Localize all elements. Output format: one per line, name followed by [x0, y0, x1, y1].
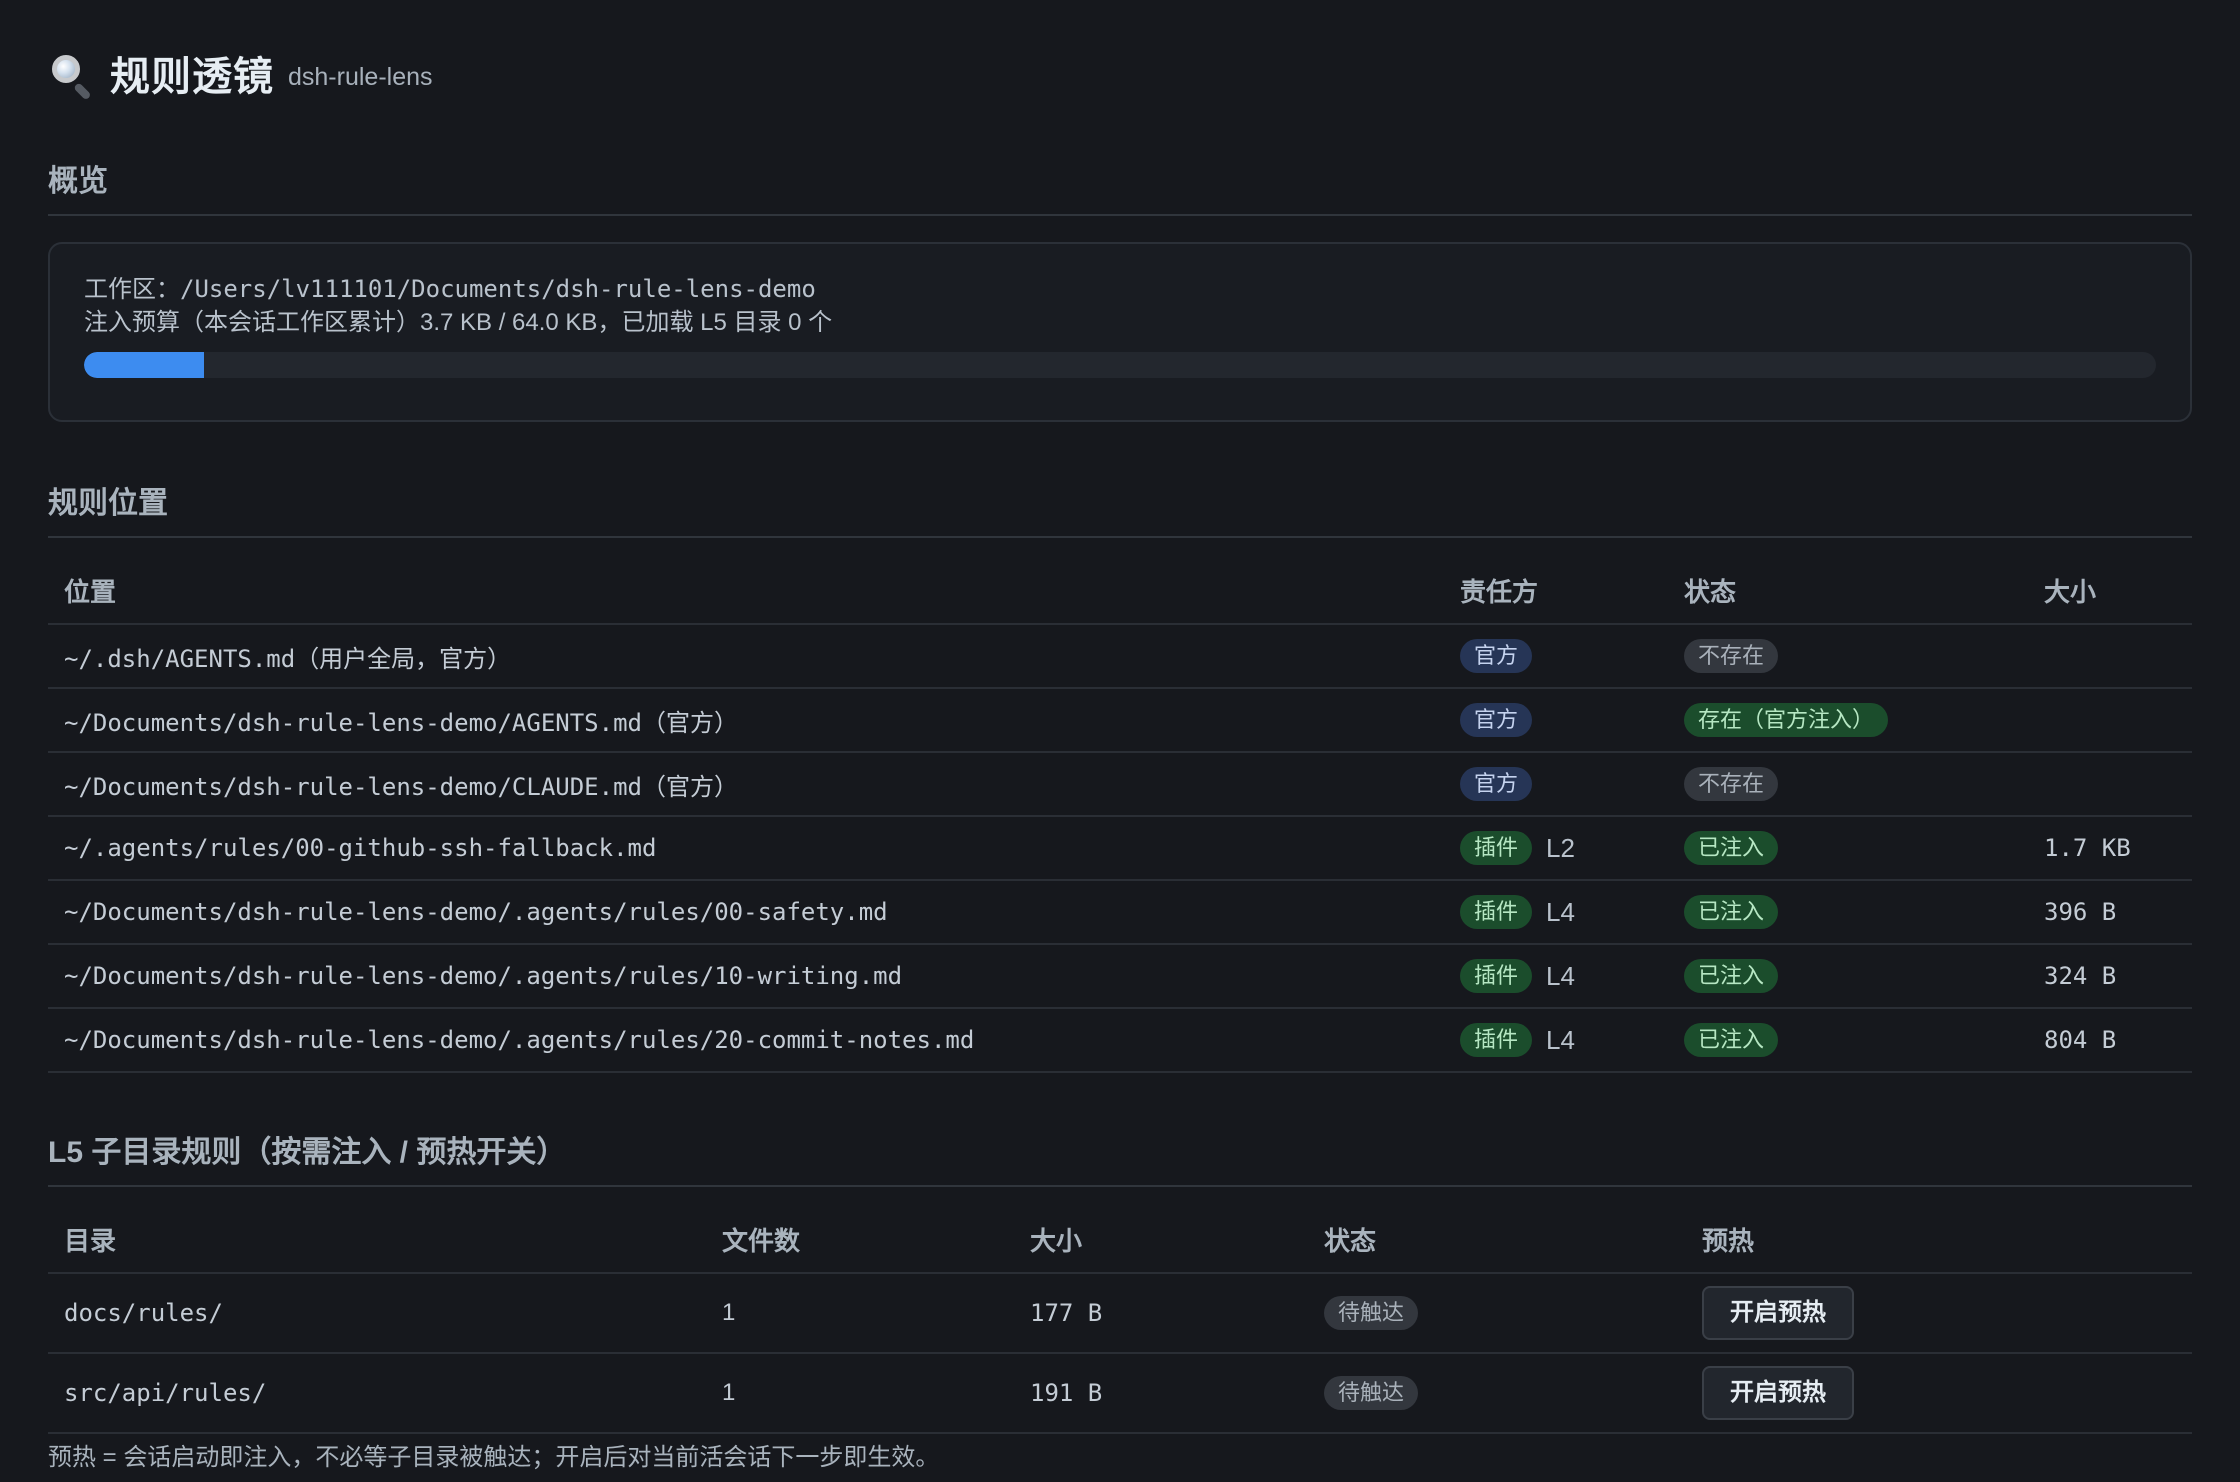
table-row: docs/rules/1 177 B 待触达 开启预热 — [48, 1273, 2192, 1354]
prewarm-footnote: 预热 = 会话启动即注入，不必等子目录被触达；开启后对当前活会话下一步即生效。 — [48, 1444, 940, 1471]
l5-size: 177 B — [1014, 1273, 1308, 1354]
l5-action-cell: 开启预热 — [1686, 1273, 2192, 1354]
rule-level: L4 — [1546, 960, 1575, 991]
status-badge: 待触达 — [1324, 1376, 1419, 1410]
table-row: src/api/rules/1 191 B 待触达 开启预热 — [48, 1353, 2192, 1434]
rule-size — [2028, 688, 2192, 753]
owner-badge: 插件 — [1460, 1023, 1533, 1057]
enable-prewarm-button[interactable]: 开启预热 — [1702, 1286, 1854, 1340]
owner-badge: 插件 — [1460, 959, 1533, 993]
rule-path: ~/Documents/dsh-rule-lens-demo/.agents/r… — [48, 944, 1444, 1009]
rule-status-cell: 已注入 — [1668, 944, 2028, 1009]
rule-owner-cell: 插件 L2 — [1444, 816, 1668, 881]
overview-section: 概览 工作区：/Users/lv111101/Documents/dsh-rul… — [48, 156, 2192, 422]
l5-header-row: 目录 文件数 大小 状态 预热 — [48, 1187, 2192, 1274]
status-badge: 已注入 — [1684, 1023, 1779, 1057]
budget-progress-fill — [84, 352, 204, 378]
page: 规则透镜 dsh-rule-lens 概览 工作区：/Users/lv11110… — [0, 0, 2240, 1476]
col-location: 位置 — [48, 538, 1444, 625]
l5-directory: src/api/rules/ — [48, 1353, 706, 1434]
table-row: ~/Documents/dsh-rule-lens-demo/CLAUDE.md… — [48, 752, 2192, 817]
l5-file-count: 1 — [706, 1353, 1014, 1434]
table-row: ~/Documents/dsh-rule-lens-demo/.agents/r… — [48, 880, 2192, 945]
rule-level: L4 — [1546, 1024, 1575, 1055]
col-l5-size: 大小 — [1014, 1187, 1308, 1274]
l5-directory: docs/rules/ — [48, 1273, 706, 1354]
app-title: 规则透镜 — [110, 55, 274, 99]
rule-path: ~/Documents/dsh-rule-lens-demo/.agents/r… — [48, 880, 1444, 945]
status-badge: 待触达 — [1324, 1296, 1419, 1330]
overview-title: 概览 — [48, 156, 2192, 216]
rule-path: ~/Documents/dsh-rule-lens-demo/AGENTS.md… — [48, 688, 1444, 753]
budget-progress-bar — [84, 352, 2156, 378]
col-owner: 责任方 — [1444, 538, 1668, 625]
table-row: ~/Documents/dsh-rule-lens-demo/.agents/r… — [48, 944, 2192, 1009]
rules-table: 位置 责任方 状态 大小 ~/.dsh/AGENTS.md（用户全局，官方） 官方… — [48, 538, 2192, 1073]
col-prewarm: 预热 — [1686, 1187, 2192, 1274]
table-row: ~/Documents/dsh-rule-lens-demo/AGENTS.md… — [48, 688, 2192, 753]
status-badge: 已注入 — [1684, 831, 1779, 865]
rule-path: ~/Documents/dsh-rule-lens-demo/CLAUDE.md… — [48, 752, 1444, 817]
l5-table: 目录 文件数 大小 状态 预热 docs/rules/1 177 B 待触达 开启预热… — [48, 1187, 2192, 1434]
rule-owner-cell: 官方 — [1444, 624, 1668, 689]
rule-owner-cell: 插件 L4 — [1444, 944, 1668, 1009]
l5-status-cell: 待触达 — [1308, 1273, 1686, 1354]
rule-size: 1.7 KB — [2028, 816, 2192, 881]
overview-card: 工作区：/Users/lv111101/Documents/dsh-rule-l… — [48, 242, 2192, 422]
search-icon — [48, 51, 92, 101]
status-badge: 存在（官方注入） — [1684, 703, 1889, 737]
rule-path: ~/.agents/rules/00-github-ssh-fallback.m… — [48, 816, 1444, 881]
rule-size — [2028, 624, 2192, 689]
rule-size: 324 B — [2028, 944, 2192, 1009]
col-status: 状态 — [1668, 538, 2028, 625]
table-row: ~/.agents/rules/00-github-ssh-fallback.m… — [48, 816, 2192, 881]
l5-section: L5 子目录规则（按需注入 / 预热开关） 目录 文件数 大小 状态 预热 do… — [48, 1127, 2192, 1476]
l5-status-cell: 待触达 — [1308, 1353, 1686, 1434]
rule-status-cell: 已注入 — [1668, 816, 2028, 881]
col-l5-status: 状态 — [1308, 1187, 1686, 1274]
rule-status-cell: 不存在 — [1668, 624, 2028, 689]
rule-size: 396 B — [2028, 880, 2192, 945]
app-header: 规则透镜 dsh-rule-lens — [48, 0, 2192, 140]
l5-title: L5 子目录规则（按需注入 / 预热开关） — [48, 1127, 2192, 1187]
rule-status-cell: 不存在 — [1668, 752, 2028, 817]
rules-title: 规则位置 — [48, 478, 2192, 538]
owner-badge: 官方 — [1460, 639, 1533, 673]
rule-owner-cell: 插件 L4 — [1444, 1008, 1668, 1073]
owner-badge: 官方 — [1460, 767, 1533, 801]
col-directory: 目录 — [48, 1187, 706, 1274]
rule-path: ~/.dsh/AGENTS.md（用户全局，官方） — [48, 624, 1444, 689]
owner-badge: 官方 — [1460, 703, 1533, 737]
rule-level: L4 — [1546, 896, 1575, 927]
rules-header-row: 位置 责任方 状态 大小 — [48, 538, 2192, 625]
status-badge: 不存在 — [1684, 639, 1779, 673]
owner-badge: 插件 — [1460, 895, 1533, 929]
rule-owner-cell: 官方 — [1444, 688, 1668, 753]
rule-status-cell: 已注入 — [1668, 1008, 2028, 1073]
status-badge: 已注入 — [1684, 959, 1779, 993]
table-row: ~/Documents/dsh-rule-lens-demo/.agents/r… — [48, 1008, 2192, 1073]
rule-level: L2 — [1546, 832, 1575, 863]
budget-text: 注入预算（本会话工作区累计）3.7 KB / 64.0 KB，已加载 L5 目录… — [84, 309, 833, 336]
workspace-path: 工作区：/Users/lv111101/Documents/dsh-rule-l… — [84, 275, 816, 303]
status-badge: 不存在 — [1684, 767, 1779, 801]
owner-badge: 插件 — [1460, 831, 1533, 865]
rule-status-cell: 存在（官方注入） — [1668, 688, 2028, 753]
rule-owner-cell: 官方 — [1444, 752, 1668, 817]
l5-action-cell: 开启预热 — [1686, 1353, 2192, 1434]
col-size: 大小 — [2028, 538, 2192, 625]
app-subtitle: dsh-rule-lens — [288, 62, 433, 91]
enable-prewarm-button[interactable]: 开启预热 — [1702, 1366, 1854, 1420]
rules-section: 规则位置 位置 责任方 状态 大小 ~/.dsh/AGENTS.md（用户全局，… — [48, 478, 2192, 1073]
rule-size — [2028, 752, 2192, 817]
rule-size: 804 B — [2028, 1008, 2192, 1073]
col-file-count: 文件数 — [706, 1187, 1014, 1274]
status-badge: 已注入 — [1684, 895, 1779, 929]
rule-status-cell: 已注入 — [1668, 880, 2028, 945]
table-row: ~/.dsh/AGENTS.md（用户全局，官方） 官方 不存在 — [48, 624, 2192, 689]
l5-file-count: 1 — [706, 1273, 1014, 1354]
rule-owner-cell: 插件 L4 — [1444, 880, 1668, 945]
rule-path: ~/Documents/dsh-rule-lens-demo/.agents/r… — [48, 1008, 1444, 1073]
l5-size: 191 B — [1014, 1353, 1308, 1434]
